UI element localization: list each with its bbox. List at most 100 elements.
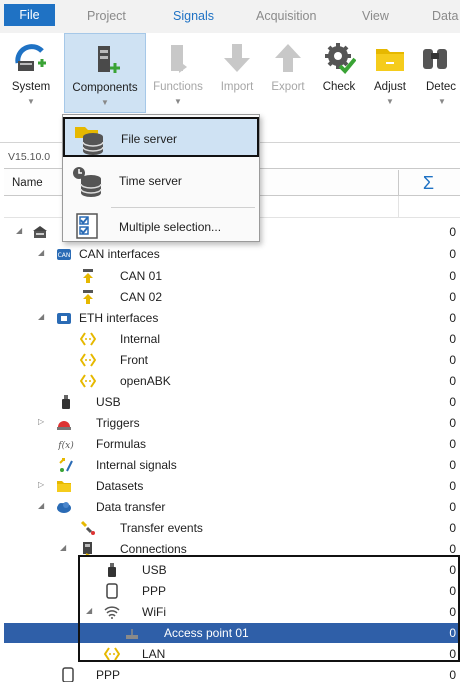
tree-label: CAN 01 [120,269,163,283]
tree-row-triggers[interactable]: ▷ Triggers 0 [4,413,460,433]
sum-value: 0 [449,374,456,388]
tree-label: CAN interfaces [79,247,160,261]
internal-signals-icon [59,458,73,472]
expander-closed-icon[interactable]: ▷ [38,417,44,426]
components-icon [98,46,120,73]
menu-item-time-server[interactable]: Time server [63,161,259,201]
sum-value: 0 [449,626,456,640]
sum-value: 0 [449,437,456,451]
tree-label: Datasets [96,479,144,493]
ethernet-port-icon [80,332,96,346]
tree-row-connection-usb[interactable]: USB 0 [4,560,460,580]
expander-open-icon[interactable]: ◢ [38,312,44,321]
data-transfer-cloud-icon [57,502,71,513]
sum-value: 0 [449,395,456,409]
tree-row-usb[interactable]: USB 0 [4,392,460,412]
tree-label: Data transfer [96,500,166,514]
check-button[interactable]: Check [316,33,362,141]
system-label: System [11,81,51,93]
tree-row-internal[interactable]: Internal 0 [4,329,460,349]
tab-file[interactable]: File [4,4,55,26]
tree-label: PPP [142,584,167,598]
tree-row-ppp[interactable]: PPP 0 [4,665,460,682]
sum-value: 0 [449,458,456,472]
tree-row-internal-signals[interactable]: Internal signals 0 [4,455,460,475]
svg-text:f(x): f(x) [58,440,74,451]
expander-open-icon[interactable]: ◢ [38,248,44,257]
sum-value: 0 [449,521,456,535]
import-label: Import [220,81,254,93]
tab-signals[interactable]: Signals [173,9,214,23]
folder-icon [57,481,71,492]
tree-row-can-01[interactable]: CAN 01 0 [4,266,460,286]
tree-row-data-transfer[interactable]: ◢ Data transfer 0 [4,497,460,517]
gear-check-icon [325,43,356,74]
tab-data[interactable]: Data [432,9,458,23]
menu-item-multiple-selection[interactable]: Multiple selection... [63,211,259,243]
tree-label: Internal signals [96,458,177,472]
file-server-icon [75,127,104,155]
tree-row-access-point-01[interactable]: Access point 01 0 [4,623,460,643]
menu-item-label: Multiple selection... [119,220,222,234]
tree-label: Front [120,353,149,367]
sum-value: 0 [449,647,456,661]
can-port-icon [83,290,93,304]
detect-button[interactable]: Detec ▼ [420,33,460,141]
components-button[interactable]: Components ▼ [64,33,146,113]
tree-label: Triggers [96,416,140,430]
tree-row-connections[interactable]: ◢ Connections 0 [4,539,460,559]
version-label: V15.10.0 [8,151,51,163]
tree-label: Access point 01 [164,626,249,640]
system-icon [15,44,46,71]
tree-row-can-02[interactable]: CAN 02 0 [4,287,460,307]
menu-item-label: File server [121,132,178,146]
sum-filter-cell[interactable] [398,196,458,218]
tree-label: WiFi [142,605,166,619]
tree-row-openabk[interactable]: openABK 0 [4,371,460,391]
export-button[interactable]: Export [262,33,314,141]
tab-acquisition[interactable]: Acquisition [256,9,316,23]
functions-dropdown-arrow: ▼ [174,97,182,106]
tree-row-datasets[interactable]: ▷ Datasets 0 [4,476,460,496]
usb-icon [62,395,70,409]
sum-value: 0 [449,353,456,367]
sum-value: 0 [449,500,456,514]
expander-open-icon[interactable]: ◢ [86,606,92,615]
expander-open-icon[interactable]: ◢ [38,501,44,510]
tree-row-wifi[interactable]: ◢ WiFi 0 [4,602,460,622]
adjust-button[interactable]: Adjust ▼ [364,33,416,141]
system-dropdown-arrow: ▼ [27,97,35,106]
menu-item-file-server[interactable]: File server [63,117,259,157]
functions-icon [171,45,187,73]
ethernet-port-icon [80,374,96,388]
detect-label: Detec [426,81,457,93]
time-server-icon [73,167,102,197]
expander-closed-icon[interactable]: ▷ [38,480,44,489]
tree-row-can-interfaces[interactable]: ◢ CAN CAN interfaces 0 [4,244,460,264]
tree-label: Formulas [96,437,147,451]
expander-open-icon[interactable]: ◢ [60,543,66,552]
tab-view[interactable]: View [362,9,389,23]
svg-text:CAN: CAN [58,252,71,259]
components-dropdown-menu: File server Time server Multiple selecti… [62,114,260,242]
sum-value: 0 [449,416,456,430]
sum-value: 0 [449,311,456,325]
tree-row-formulas[interactable]: f(x) Formulas 0 [4,434,460,454]
tree-row-lan[interactable]: LAN 0 [4,644,460,664]
name-column-header[interactable]: Name [12,177,43,189]
sum-value: 0 [449,269,456,283]
tab-project[interactable]: Project [87,9,126,23]
tree-row-eth-interfaces[interactable]: ◢ ETH interfaces 0 [4,308,460,328]
components-label: Components [72,82,138,94]
tree-row-transfer-events[interactable]: Transfer events 0 [4,518,460,538]
system-button[interactable]: System ▼ [0,33,62,141]
folder-icon [376,49,404,71]
sum-column-header[interactable]: Σ [398,170,458,196]
adjust-dropdown-arrow: ▼ [386,97,394,106]
tree-label: openABK [120,374,171,388]
expander-open-icon[interactable]: ◢ [16,226,22,235]
can-port-icon [83,269,93,283]
connections-icon [83,542,92,557]
tree-row-connection-ppp[interactable]: PPP 0 [4,581,460,601]
tree-row-front[interactable]: Front 0 [4,350,460,370]
